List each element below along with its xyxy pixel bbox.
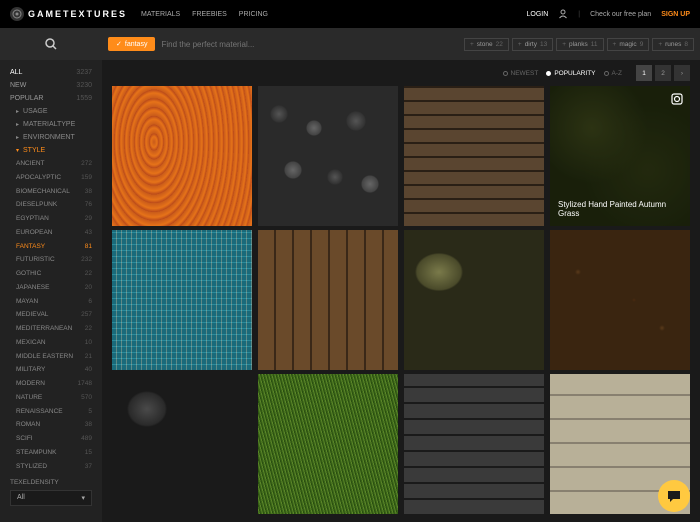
sidebar: ALL3237 NEW3230 POPULAR1559 ▸USAGE ▸MATE… [0, 28, 102, 522]
filter-tag-planks[interactable]: +planks11 [556, 38, 603, 51]
filter-tag-magic[interactable]: +magic9 [607, 38, 650, 51]
texture-tile[interactable] [550, 230, 690, 370]
style-modern[interactable]: MODERN1748 [0, 377, 102, 391]
check-icon: ✓ [116, 40, 122, 48]
sort-az[interactable]: A-Z [604, 70, 622, 77]
texture-tile[interactable] [112, 230, 252, 370]
sidebar-all[interactable]: ALL3237 [0, 66, 102, 79]
active-filter-chip[interactable]: ✓fantasy [108, 37, 155, 51]
style-biomechanical[interactable]: BIOMECHANICAL38 [0, 185, 102, 199]
brand-text: GAMETEXTURES [28, 9, 127, 19]
style-japanese[interactable]: JAPANESE20 [0, 281, 102, 295]
free-plan-link[interactable]: Check our free plan [590, 11, 651, 18]
style-gothic[interactable]: GOTHIC22 [0, 267, 102, 281]
style-fantasy[interactable]: FANTASY81 [0, 240, 102, 254]
texture-tile[interactable] [112, 86, 252, 226]
texture-tile[interactable] [404, 86, 544, 226]
signup-link[interactable]: SIGN UP [661, 11, 690, 18]
style-steampunk[interactable]: STEAMPUNK15 [0, 446, 102, 460]
style-stylized[interactable]: STYLIZED37 [0, 460, 102, 474]
page-next[interactable]: › [674, 65, 690, 81]
bookmark-icon[interactable] [670, 92, 684, 106]
texture-tile[interactable] [258, 374, 398, 514]
style-egyptian[interactable]: EGYPTIAN29 [0, 212, 102, 226]
chevron-right-icon: ▸ [16, 108, 19, 115]
sort-bar: NEWEST POPULARITY A-Z 1 2 › [102, 60, 700, 86]
filter-bar: ✓fantasy +stone22+dirty13+planks11 +magic… [102, 28, 700, 60]
sort-popularity[interactable]: POPULARITY [546, 70, 595, 77]
chat-button[interactable] [658, 480, 690, 512]
style-medieval[interactable]: MEDIEVAL257 [0, 308, 102, 322]
style-dieselpunk[interactable]: DIESELPUNK76 [0, 198, 102, 212]
cat-environment[interactable]: ▸ENVIRONMENT [0, 131, 102, 144]
style-mediterranean[interactable]: MEDITERRANEAN22 [0, 322, 102, 336]
texture-tile[interactable] [258, 230, 398, 370]
filter-tag-dirty[interactable]: +dirty13 [512, 38, 553, 51]
style-scifi[interactable]: SCIFI489 [0, 432, 102, 446]
chat-icon [666, 488, 682, 504]
top-header: GAMETEXTURES MATERIALS FREEBIES PRICING … [0, 0, 700, 28]
chevron-right-icon: ▸ [16, 134, 19, 141]
texture-tile[interactable] [404, 230, 544, 370]
nav-materials[interactable]: MATERIALS [141, 11, 180, 18]
style-nature[interactable]: NATURE570 [0, 391, 102, 405]
content-area: ✓fantasy +stone22+dirty13+planks11 +magic… [102, 28, 700, 522]
style-renaissance[interactable]: RENAISSANCE5 [0, 405, 102, 419]
sort-newest[interactable]: NEWEST [503, 70, 539, 77]
style-mexican[interactable]: MEXICAN10 [0, 336, 102, 350]
chevron-down-icon: ▾ [81, 494, 85, 502]
page-2[interactable]: 2 [655, 65, 671, 81]
page-1[interactable]: 1 [636, 65, 652, 81]
filter-tag-runes[interactable]: +runes8 [652, 38, 694, 51]
sidebar-search[interactable] [0, 28, 102, 60]
chevron-down-icon: ▾ [16, 147, 19, 154]
chevron-right-icon: ▸ [16, 121, 19, 128]
style-mayan[interactable]: MAYAN6 [0, 295, 102, 309]
user-icon[interactable] [558, 9, 568, 19]
logo[interactable]: GAMETEXTURES [10, 7, 127, 21]
texeldensity-select[interactable]: All▾ [10, 490, 92, 506]
style-apocalyptic[interactable]: APOCALYPTIC159 [0, 171, 102, 185]
cat-materialtype[interactable]: ▸MATERIALTYPE [0, 118, 102, 131]
texeldensity-label: TEXELDENSITY [0, 473, 102, 488]
style-futuristic[interactable]: FUTURISTIC232 [0, 253, 102, 267]
tile-hover-overlay: Stylized Hand Painted Autumn Grass [550, 86, 690, 226]
search-icon [44, 37, 58, 51]
login-link[interactable]: LOGIN [526, 11, 548, 18]
sidebar-new[interactable]: NEW3230 [0, 79, 102, 92]
style-roman[interactable]: ROMAN38 [0, 418, 102, 432]
texture-tile[interactable] [112, 374, 252, 514]
search-input[interactable] [161, 40, 458, 49]
cat-usage[interactable]: ▸USAGE [0, 105, 102, 118]
sidebar-popular[interactable]: POPULAR1559 [0, 92, 102, 105]
nav-pricing[interactable]: PRICING [239, 11, 268, 18]
texture-tile[interactable] [404, 374, 544, 514]
filter-tag-stone[interactable]: +stone22 [464, 38, 509, 51]
cat-style[interactable]: ▾STYLE [0, 144, 102, 157]
style-european[interactable]: EUROPEAN43 [0, 226, 102, 240]
logo-icon [10, 7, 24, 21]
style-military[interactable]: MILITARY40 [0, 363, 102, 377]
nav-freebies[interactable]: FREEBIES [192, 11, 227, 18]
tile-title: Stylized Hand Painted Autumn Grass [558, 200, 682, 218]
texture-tile[interactable] [258, 86, 398, 226]
texture-grid: Stylized Hand Painted Autumn Grass [102, 86, 700, 522]
style-middle-eastern[interactable]: MIDDLE EASTERN21 [0, 350, 102, 364]
texture-tile[interactable]: Stylized Hand Painted Autumn Grass [550, 86, 690, 226]
style-ancient[interactable]: ANCIENT272 [0, 157, 102, 171]
